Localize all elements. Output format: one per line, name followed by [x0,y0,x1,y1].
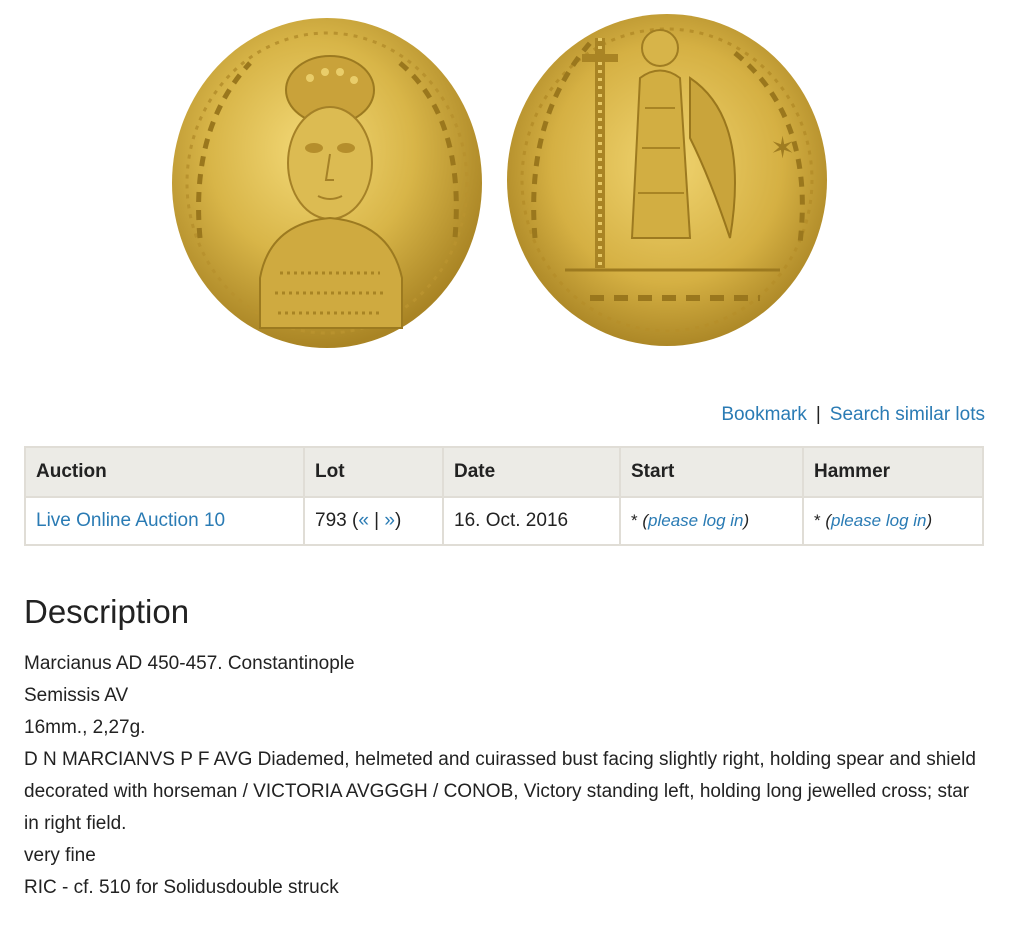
svg-text:✶: ✶ [770,131,795,166]
table-row: Live Online Auction 10 793 (« | ») 16. O… [24,496,984,546]
hammer-asterisk: * [814,511,821,530]
hammer-login-link[interactable]: please log in [831,511,926,530]
coin-reverse-image[interactable]: ✶ [507,14,827,346]
lot-number: 793 [315,510,347,531]
coin-images: ✶ [170,8,840,358]
lot-info-table: Auction Lot Date Start Hammer Live Onlin… [24,446,984,546]
header-hammer: Hammer [802,446,984,498]
lot-nav-separator: | [374,510,380,531]
start-asterisk: * [631,511,638,530]
table-header-row: Auction Lot Date Start Hammer [24,446,984,498]
coin-obverse-image[interactable] [172,18,482,348]
description-body: Marcianus AD 450-457. Constantinople Sem… [24,648,988,904]
cell-start: * (please log in) [619,496,804,546]
header-auction: Auction [24,446,305,498]
cell-date: 16. Oct. 2016 [442,496,621,546]
description-line-size-weight: 16mm., 2,27g. [24,717,146,738]
previous-lot-link[interactable]: « [358,510,369,531]
coin-images-svg: ✶ [172,14,827,348]
description-line-grade: very fine [24,845,96,866]
cell-lot: 793 (« | ») [303,496,444,546]
header-lot: Lot [303,446,444,498]
description-line-denomination: Semissis AV [24,685,129,706]
description-line-title: Marcianus AD 450-457. Constantinople [24,653,355,674]
cell-hammer: * (please log in) [802,496,984,546]
description-line-reference: RIC - cf. 510 for Solidusdouble struck [24,877,339,898]
lot-actions: Bookmark | Search similar lots [721,403,985,427]
cell-auction: Live Online Auction 10 [24,496,305,546]
header-date: Date [442,446,621,498]
start-login-link[interactable]: please log in [648,511,743,530]
bookmark-link[interactable]: Bookmark [721,404,807,425]
search-similar-lots-link[interactable]: Search similar lots [830,404,985,425]
next-lot-link[interactable]: » [384,510,395,531]
header-start: Start [619,446,804,498]
auction-link[interactable]: Live Online Auction 10 [36,510,225,531]
description-line-legend: D N MARCIANVS P F AVG Diademed, helmeted… [24,749,976,834]
description-heading: Description [24,593,190,630]
action-separator: | [815,404,821,425]
